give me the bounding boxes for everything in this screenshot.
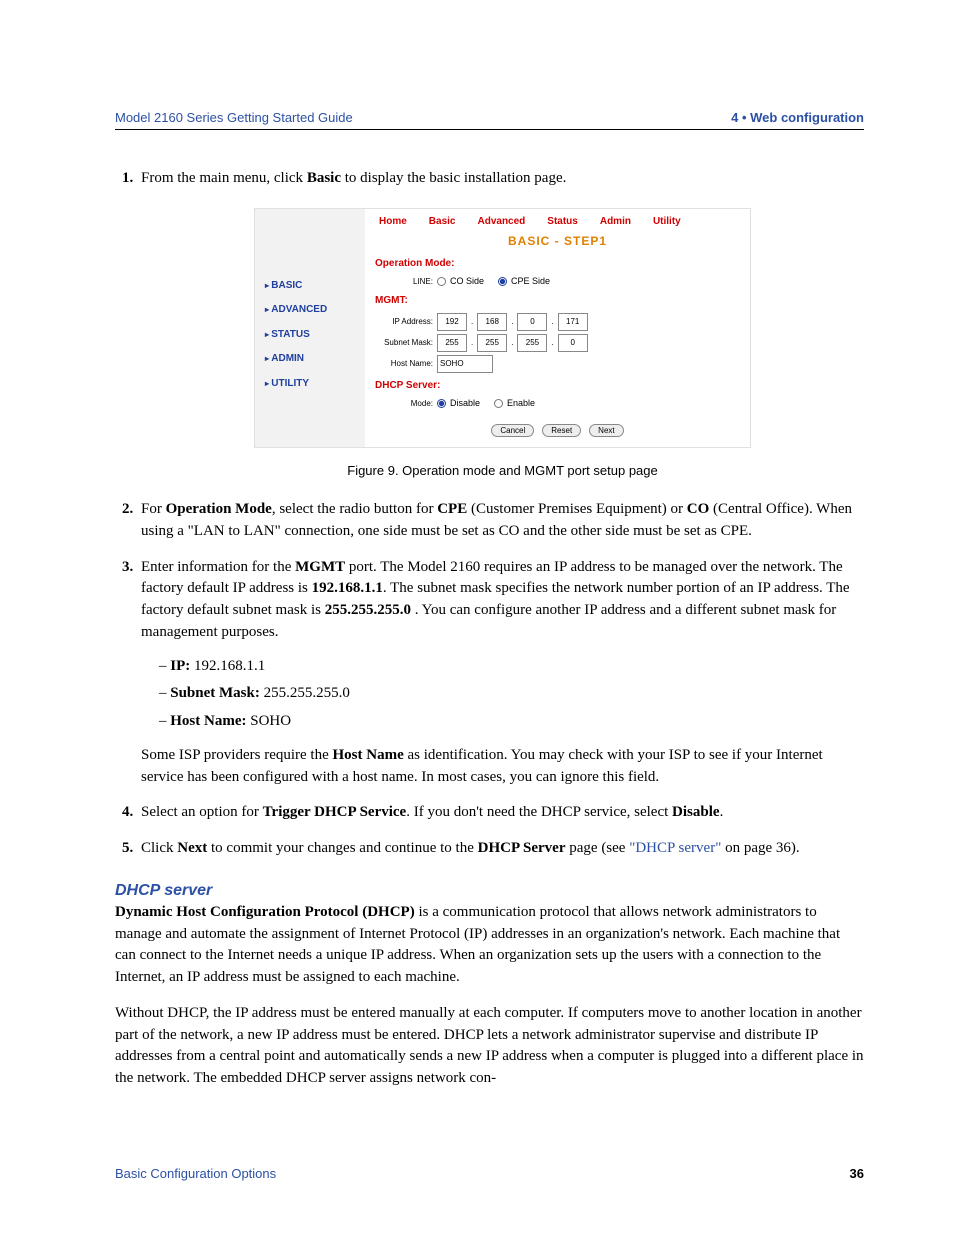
radio-enable[interactable] <box>494 399 503 408</box>
tab-admin[interactable]: Admin <box>600 215 631 230</box>
s3-t1: Enter information for the <box>141 559 295 575</box>
ip-octet-2[interactable] <box>477 313 507 331</box>
s4-t2: . If you don't need the DHCP service, se… <box>406 804 672 820</box>
s3-tail-b: Host Name <box>333 747 404 763</box>
s3-b3: 255.255.255.0 <box>325 602 411 618</box>
screenshot-sidebar: BASIC ADVANCED STATUS ADMIN UTILITY <box>255 209 365 447</box>
steps-list: From the main menu, click Basic to displ… <box>115 168 864 860</box>
header-left: Model 2160 Series Getting Started Guide <box>115 110 353 125</box>
sm-octet-3[interactable] <box>517 334 547 352</box>
step-1: From the main menu, click Basic to displ… <box>137 168 864 481</box>
dhcp-heading: DHCP server <box>115 882 864 900</box>
step-2: For Operation Mode, select the radio but… <box>137 499 864 543</box>
bullet-ip-k: IP: <box>170 658 190 674</box>
tab-advanced[interactable]: Advanced <box>477 215 525 230</box>
next-button[interactable]: Next <box>589 424 623 437</box>
subnet-label: Subnet Mask: <box>375 337 433 349</box>
bullet-hn: Host Name: SOHO <box>159 711 864 733</box>
screenshot-title: BASIC - STEP1 <box>375 233 740 250</box>
radio-disable[interactable] <box>437 399 446 408</box>
s2-t2: , select the radio button for <box>272 501 437 517</box>
ip-octet-3[interactable] <box>517 313 547 331</box>
hostname-label: Host Name: <box>375 358 433 370</box>
footer-page: 36 <box>850 1166 864 1181</box>
sidebar-item-advanced[interactable]: ADVANCED <box>265 303 365 318</box>
step-4: Select an option for Trigger DHCP Servic… <box>137 802 864 824</box>
cancel-button[interactable]: Cancel <box>491 424 534 437</box>
s2-t3: (Customer Premises Equipment) or <box>467 501 687 517</box>
radio-co-label: CO Side <box>450 275 484 288</box>
tab-home[interactable]: Home <box>379 215 407 230</box>
sm-octet-2[interactable] <box>477 334 507 352</box>
operation-mode-heading: Operation Mode: <box>375 257 740 272</box>
dhcp-server-heading: DHCP Server: <box>375 379 740 394</box>
s2-b1: Operation Mode <box>166 501 272 517</box>
bullet-sm-v: 255.255.255.0 <box>260 685 350 701</box>
step-1-bold: Basic <box>307 170 341 186</box>
s3-b1: MGMT <box>295 559 345 575</box>
s2-t1: For <box>141 501 166 517</box>
sidebar-item-utility[interactable]: UTILITY <box>265 377 365 392</box>
dhcp-server-link[interactable]: "DHCP server" <box>629 840 721 856</box>
bullet-ip: IP: 192.168.1.1 <box>159 656 864 678</box>
s4-b1: Trigger DHCP Service <box>263 804 407 820</box>
bullet-hn-v: SOHO <box>246 713 291 729</box>
s2-b2: CPE <box>437 501 467 517</box>
s4-t1: Select an option for <box>141 804 263 820</box>
s5-b1: Next <box>177 840 207 856</box>
ip-label: IP Address: <box>375 316 433 328</box>
dhcp-p1: Dynamic Host Configuration Protocol (DHC… <box>115 902 864 989</box>
bullet-sm-k: Subnet Mask: <box>170 685 260 701</box>
s5-t4: on page 36). <box>721 840 799 856</box>
tab-basic[interactable]: Basic <box>429 215 456 230</box>
sidebar-item-status[interactable]: STATUS <box>265 328 365 343</box>
header-rule <box>115 129 864 130</box>
s4-t3: . <box>720 804 724 820</box>
footer-section: Basic Configuration Options <box>115 1166 276 1181</box>
step-1-pre: From the main menu, click <box>141 170 307 186</box>
s5-b2: DHCP Server <box>478 840 566 856</box>
top-tabs: Home Basic Advanced Status Admin Utility <box>375 215 740 230</box>
s2-b3: CO <box>687 501 710 517</box>
radio-co-side[interactable] <box>437 277 446 286</box>
config-screenshot: BASIC ADVANCED STATUS ADMIN UTILITY Home… <box>254 208 751 448</box>
s5-t2: to commit your changes and continue to t… <box>207 840 477 856</box>
step-3-bullets: IP: 192.168.1.1 Subnet Mask: 255.255.255… <box>141 656 864 733</box>
hostname-input[interactable] <box>437 355 493 373</box>
bullet-sm: Subnet Mask: 255.255.255.0 <box>159 683 864 705</box>
radio-enable-label: Enable <box>507 397 535 410</box>
mgmt-heading: MGMT: <box>375 294 740 309</box>
step-1-post: to display the basic installation page. <box>341 170 566 186</box>
bullet-ip-v: 192.168.1.1 <box>190 658 265 674</box>
s3-b2: 192.168.1.1 <box>312 580 383 596</box>
dhcp-p2: Without DHCP, the IP address must be ent… <box>115 1003 864 1090</box>
tab-utility[interactable]: Utility <box>653 215 681 230</box>
s5-t1: Click <box>141 840 177 856</box>
figure-caption: Figure 9. Operation mode and MGMT port s… <box>141 462 864 481</box>
tab-status[interactable]: Status <box>547 215 578 230</box>
ip-octet-1[interactable] <box>437 313 467 331</box>
reset-button[interactable]: Reset <box>542 424 581 437</box>
s4-b2: Disable <box>672 804 720 820</box>
step-5: Click Next to commit your changes and co… <box>137 838 864 860</box>
sidebar-item-basic[interactable]: BASIC <box>265 279 365 294</box>
sm-octet-1[interactable] <box>437 334 467 352</box>
ip-octet-4[interactable] <box>558 313 588 331</box>
radio-cpe-side[interactable] <box>498 277 507 286</box>
sidebar-item-admin[interactable]: ADMIN <box>265 352 365 367</box>
mode-label: Mode: <box>375 398 433 410</box>
radio-disable-label: Disable <box>450 397 480 410</box>
sm-octet-4[interactable] <box>558 334 588 352</box>
header-right: 4 • Web configuration <box>731 110 864 125</box>
radio-cpe-label: CPE Side <box>511 275 550 288</box>
s5-t3: page (see <box>566 840 630 856</box>
s3-tail-pre: Some ISP providers require the <box>141 747 333 763</box>
dhcp-p1-b: Dynamic Host Configuration Protocol (DHC… <box>115 904 415 920</box>
step-3: Enter information for the MGMT port. The… <box>137 557 864 789</box>
line-label: LINE: <box>375 276 433 288</box>
bullet-hn-k: Host Name: <box>170 713 246 729</box>
